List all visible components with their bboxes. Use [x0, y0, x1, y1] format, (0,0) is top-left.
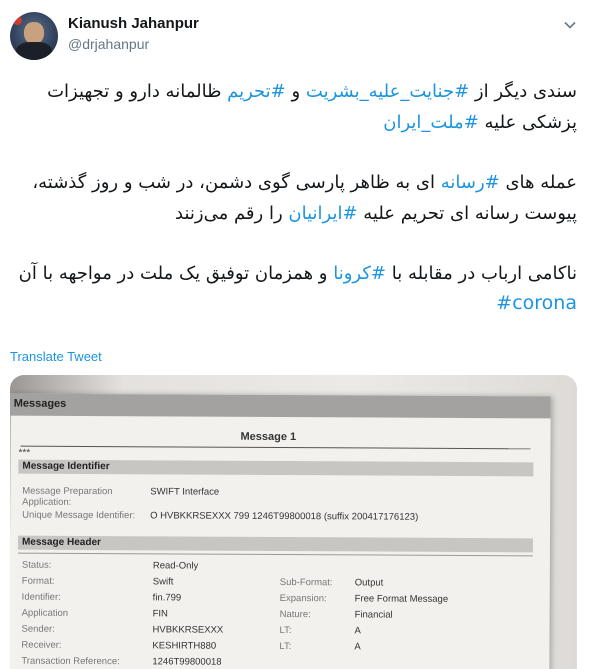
hashtag-link[interactable]: #کرونا — [333, 263, 386, 284]
display-name[interactable]: Kianush Jahanpur — [68, 14, 199, 34]
tweet-paragraph: سندی دیگر از #جنایت_علیه_بشریت و #تحریم … — [47, 81, 577, 133]
author-names: Kianush Jahanpur @drjahanpur — [68, 14, 199, 54]
tweet-paragraph: ناکامی ارباب در مقابله با #کرونا و همزما… — [12, 258, 577, 317]
tweet-text: سندی دیگر از #جنایت_علیه_بشریت و #تحریم … — [12, 76, 577, 317]
translate-tweet-link[interactable]: Translate Tweet — [10, 349, 102, 364]
user-handle[interactable]: @drjahanpur — [68, 34, 199, 54]
hashtag-link[interactable]: #corona — [12, 289, 577, 317]
tweet-card: Kianush Jahanpur @drjahanpur سندی دیگر ا… — [0, 0, 597, 669]
tweet-photo[interactable]: Messages Message 1 *** Message Identifie… — [10, 375, 577, 669]
tweet-paragraph: عمله های #رسانه ای به ظاهر پارسی گوی دشم… — [32, 172, 577, 224]
hashtag-link[interactable]: #تحریم — [227, 81, 286, 102]
hashtag-link[interactable]: #ایرانیان — [288, 203, 357, 224]
logo-icon — [13, 16, 22, 25]
document-photo: Messages Message 1 *** Message Identifie… — [10, 393, 551, 669]
chevron-down-icon[interactable] — [563, 18, 577, 32]
hashtag-link[interactable]: #جنایت_علیه_بشریت — [306, 81, 469, 102]
avatar[interactable] — [10, 12, 58, 60]
hashtag-link[interactable]: #رسانه — [441, 172, 500, 193]
hashtag-link[interactable]: #ملت_ایران — [383, 112, 479, 133]
tweet-header: Kianush Jahanpur @drjahanpur — [10, 10, 587, 60]
